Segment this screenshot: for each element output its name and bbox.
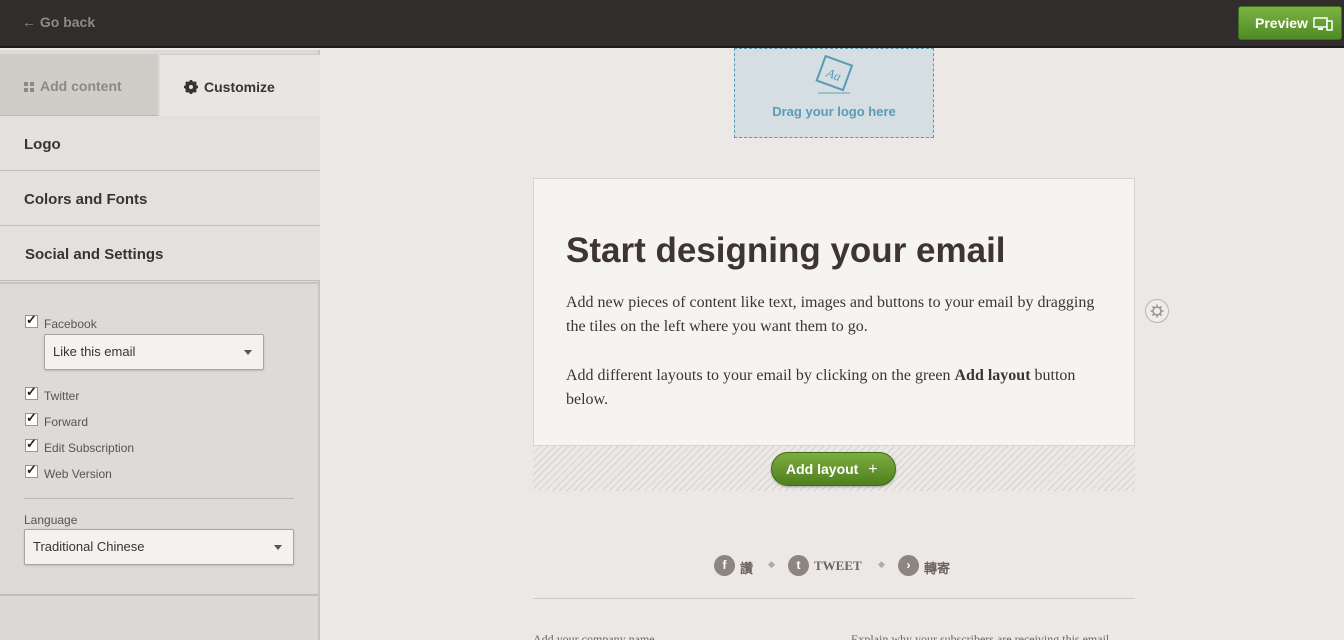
tab-customize-label: Customize xyxy=(204,79,275,95)
email-canvas: Aa Drag your logo here Start designing y… xyxy=(322,48,1344,640)
top-bar: ← Go back Preview xyxy=(0,0,1344,48)
layout-paragraph-prefix: Add different layouts to your email by c… xyxy=(566,367,955,384)
twitter-icon: t xyxy=(788,555,809,576)
separator-dot: ◆ xyxy=(768,559,775,569)
checkmark-icon: ✓ xyxy=(26,312,37,327)
section-colors-and-fonts[interactable]: Colors and Fonts xyxy=(0,171,320,226)
checkmark-icon: ✓ xyxy=(26,462,37,477)
language-select[interactable]: Traditional Chinese xyxy=(24,529,294,565)
preview-button[interactable]: Preview xyxy=(1238,6,1342,40)
checkmark-icon: ✓ xyxy=(26,410,37,425)
tab-add-content-label: Add content xyxy=(40,78,122,94)
intro-paragraph: Add new pieces of content like text, ima… xyxy=(566,294,1095,335)
forward-icon: › xyxy=(898,555,919,576)
content-block[interactable]: Start designing your email Add new piece… xyxy=(533,178,1135,446)
grid-icon xyxy=(24,79,34,95)
divider xyxy=(24,498,294,499)
social-like-text: 讚 xyxy=(740,561,754,576)
checkmark-icon: ✓ xyxy=(26,436,37,451)
language-label: Language xyxy=(24,513,78,527)
caret-down-icon xyxy=(274,545,282,550)
layout-paragraph-bold: Add layout xyxy=(954,367,1031,384)
twitter-label: Twitter xyxy=(44,389,80,403)
checkmark-icon: ✓ xyxy=(26,384,37,399)
caret-down-icon xyxy=(244,350,252,355)
edit-subscription-label: Edit Subscription xyxy=(44,441,135,455)
footer-reason-text[interactable]: Explain why your subscribers are receivi… xyxy=(851,632,1109,640)
footer-divider xyxy=(533,598,1135,599)
add-layout-button[interactable]: Add layout + xyxy=(771,452,896,486)
language-value: Traditional Chinese xyxy=(33,539,145,554)
facebook-action-value: Like this email xyxy=(53,344,136,359)
logo-placeholder-icon: Aa xyxy=(815,55,854,94)
social-tweet-text: TWEET xyxy=(814,558,862,573)
social-settings-panel: ✓ Facebook Like this email ✓ Twitter ✓ F… xyxy=(0,282,318,596)
web-version-label: Web Version xyxy=(44,467,112,481)
separator-dot: ◆ xyxy=(878,559,885,569)
preview-label: Preview xyxy=(1255,15,1308,31)
facebook-icon: f xyxy=(714,555,735,576)
sidebar: Add content Customize Logo Colors and Fo… xyxy=(0,50,320,640)
devices-icon xyxy=(1313,17,1333,34)
tab-add-content[interactable]: Add content xyxy=(0,54,158,116)
facebook-action-select[interactable]: Like this email xyxy=(44,334,264,370)
forward-label: Forward xyxy=(44,415,89,429)
tab-customize[interactable]: Customize xyxy=(160,54,320,116)
gear-icon xyxy=(1150,304,1164,318)
go-back-link[interactable]: ← Go back xyxy=(22,14,95,30)
section-social-and-settings[interactable]: Social and Settings xyxy=(0,226,320,281)
svg-text:Aa: Aa xyxy=(824,65,844,85)
social-forward-text: 轉寄 xyxy=(924,561,951,576)
section-logo[interactable]: Logo xyxy=(0,116,320,171)
logo-drop-text: Drag your logo here xyxy=(772,104,896,119)
add-layout-label: Add layout xyxy=(786,461,859,477)
block-settings-button[interactable] xyxy=(1145,299,1169,323)
facebook-label: Facebook xyxy=(44,317,97,331)
footer-company-name[interactable]: Add your company name xyxy=(533,632,655,640)
page-title: Start designing your email xyxy=(566,231,1006,270)
logo-drop-zone[interactable]: Aa Drag your logo here xyxy=(734,48,934,138)
gear-icon xyxy=(184,80,198,97)
plus-icon: + xyxy=(868,461,878,478)
layout-paragraph: Add different layouts to your email by c… xyxy=(566,364,1106,412)
